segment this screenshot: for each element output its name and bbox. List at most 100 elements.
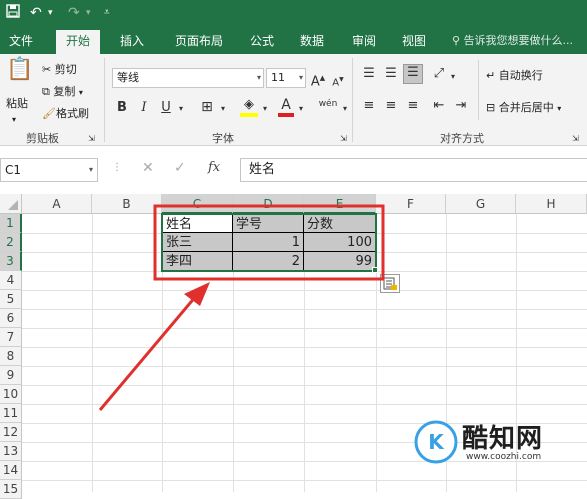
- copy-button[interactable]: ⧉ 复制 ▾: [42, 84, 83, 101]
- font-color-button[interactable]: A: [278, 97, 294, 117]
- undo-dropdown-icon[interactable]: ▾: [48, 4, 53, 22]
- shrink-font-button[interactable]: A▼: [330, 72, 346, 91]
- cell-e1[interactable]: 分数: [304, 214, 376, 233]
- formula-input[interactable]: 姓名: [240, 158, 587, 182]
- phonetic-button[interactable]: wén: [318, 96, 338, 112]
- insert-function-button[interactable]: fx: [208, 160, 220, 175]
- gridline: [22, 347, 587, 348]
- italic-button[interactable]: I: [136, 100, 152, 116]
- font-color-dropdown-icon[interactable]: ▾: [296, 101, 306, 117]
- row-header[interactable]: 3: [0, 252, 22, 271]
- column-header-a[interactable]: A: [22, 194, 92, 214]
- orientation-icon[interactable]: ⤢: [430, 66, 448, 82]
- undo-icon[interactable]: ↶: [30, 4, 42, 22]
- fill-dropdown-icon[interactable]: ▾: [260, 101, 270, 117]
- select-all-corner[interactable]: [0, 194, 22, 214]
- cell-c3[interactable]: 李四: [162, 252, 233, 271]
- row-header[interactable]: 7: [0, 328, 22, 347]
- column-header-b[interactable]: B: [92, 194, 162, 214]
- brush-icon: 🖌: [42, 107, 56, 120]
- column-header-g[interactable]: G: [446, 194, 516, 214]
- customize-icon[interactable]: ⩡: [104, 4, 110, 22]
- clipboard-launcher-icon[interactable]: ⇲: [88, 131, 95, 147]
- tab-file[interactable]: 文件: [0, 30, 42, 54]
- font-launcher-icon[interactable]: ⇲: [340, 131, 347, 147]
- paste-icon[interactable]: 📋: [6, 59, 33, 92]
- border-dropdown-icon[interactable]: ▾: [218, 101, 228, 117]
- paste-button[interactable]: 粘贴: [6, 96, 28, 112]
- tab-insert[interactable]: 插入: [110, 30, 154, 54]
- row-header[interactable]: 4: [0, 271, 22, 290]
- scissors-icon: ✂: [42, 63, 52, 76]
- column-header-h[interactable]: H: [516, 194, 587, 214]
- name-box[interactable]: C1 ▾: [0, 158, 98, 182]
- column-header-d[interactable]: D: [233, 194, 304, 214]
- paste-dropdown-icon[interactable]: ▾: [12, 112, 16, 128]
- row-header[interactable]: 1: [0, 214, 22, 233]
- font-size-select[interactable]: 11 ▾: [266, 68, 306, 88]
- tab-view[interactable]: 视图: [392, 30, 436, 54]
- column-header-e[interactable]: E: [304, 194, 376, 214]
- align-left-icon[interactable]: ≡: [360, 98, 378, 114]
- row-header[interactable]: 13: [0, 442, 22, 461]
- bold-button[interactable]: B: [114, 100, 130, 116]
- fill-handle[interactable]: [372, 267, 378, 273]
- cell-d1[interactable]: 学号: [233, 214, 304, 233]
- cell-e3[interactable]: 99: [304, 252, 376, 271]
- quick-analysis-button[interactable]: [380, 274, 400, 293]
- column-header-c[interactable]: C: [162, 194, 233, 214]
- format-painter-button[interactable]: 🖌格式刷: [42, 106, 89, 122]
- cancel-icon[interactable]: ✕: [142, 160, 154, 176]
- align-right-icon[interactable]: ≡: [404, 98, 422, 114]
- redo-dropdown-icon[interactable]: ▾: [86, 4, 91, 22]
- redo-icon[interactable]: ↷: [68, 4, 80, 22]
- row-header[interactable]: 6: [0, 309, 22, 328]
- tab-page-layout[interactable]: 页面布局: [164, 30, 234, 54]
- underline-button[interactable]: U: [158, 100, 174, 116]
- lightbulb-icon: ⚲: [452, 34, 461, 47]
- column-header-f[interactable]: F: [376, 194, 446, 214]
- align-top-icon[interactable]: ☰: [360, 66, 378, 82]
- phonetic-dropdown-icon[interactable]: ▾: [340, 101, 350, 117]
- row-header[interactable]: 2: [0, 233, 22, 252]
- grow-font-button[interactable]: A▲: [310, 70, 326, 90]
- alignment-launcher-icon[interactable]: ⇲: [572, 131, 579, 147]
- gridline: [92, 214, 93, 492]
- enter-icon[interactable]: ✓: [174, 160, 186, 176]
- merge-center-button[interactable]: ⊟ 合并后居中 ▾: [486, 100, 561, 117]
- row-header[interactable]: 8: [0, 347, 22, 366]
- increase-indent-icon[interactable]: ⇥: [452, 98, 470, 114]
- row-header[interactable]: 9: [0, 366, 22, 385]
- tab-formulas[interactable]: 公式: [240, 30, 284, 54]
- align-center-icon[interactable]: ≡: [382, 98, 400, 114]
- tell-me-box[interactable]: ⚲ 告诉我您想要做什么...: [452, 30, 587, 54]
- cell-c2[interactable]: 张三: [162, 233, 233, 252]
- cell-c1[interactable]: 姓名: [162, 214, 233, 233]
- align-middle-icon[interactable]: ☰: [382, 66, 400, 82]
- gridline: [22, 366, 587, 367]
- row-header[interactable]: 14: [0, 461, 22, 480]
- row-header[interactable]: 10: [0, 385, 22, 404]
- tab-review[interactable]: 审阅: [342, 30, 386, 54]
- decrease-indent-icon[interactable]: ⇤: [430, 98, 448, 114]
- row-header[interactable]: 11: [0, 404, 22, 423]
- border-icon[interactable]: ⊞: [198, 99, 216, 115]
- row-header[interactable]: 15: [0, 480, 22, 499]
- cell-d3[interactable]: 2: [233, 252, 304, 271]
- cell-e2[interactable]: 100: [304, 233, 376, 252]
- orientation-dropdown-icon[interactable]: ▾: [448, 69, 458, 85]
- tab-data[interactable]: 数据: [290, 30, 334, 54]
- underline-dropdown-icon[interactable]: ▾: [176, 101, 186, 117]
- cell-d2[interactable]: 1: [233, 233, 304, 252]
- fill-color-icon[interactable]: ◈: [240, 97, 258, 117]
- cut-button[interactable]: ✂ 剪切: [42, 62, 77, 78]
- gridline: [376, 214, 377, 492]
- row-header[interactable]: 5: [0, 290, 22, 309]
- gridline: [22, 290, 587, 291]
- save-icon[interactable]: [6, 4, 20, 23]
- align-bottom-icon[interactable]: ☰: [403, 64, 423, 84]
- wrap-text-button[interactable]: ↵ 自动换行: [486, 68, 543, 84]
- font-name-select[interactable]: 等线 ▾: [112, 68, 264, 88]
- tab-home[interactable]: 开始: [56, 30, 100, 54]
- row-header[interactable]: 12: [0, 423, 22, 442]
